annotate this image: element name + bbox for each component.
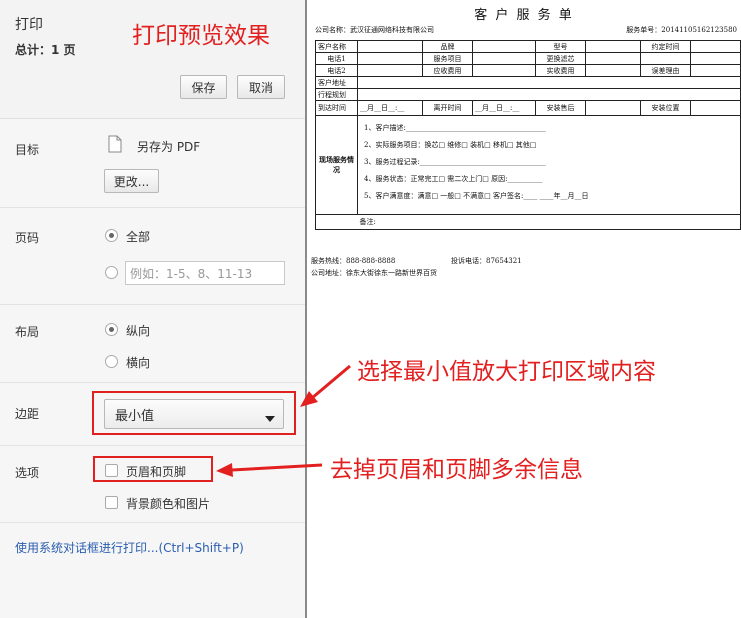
- arrow-icon: [216, 463, 323, 477]
- annotation-arrows: [216, 364, 351, 477]
- arrow-icon: [300, 364, 351, 407]
